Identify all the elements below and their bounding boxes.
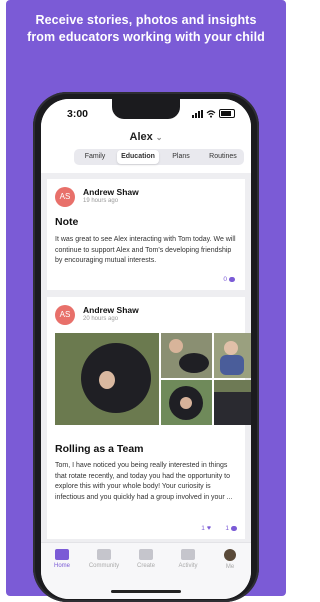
app-screen: 3:00 Alex ⌄ Family Education Plans Routin… xyxy=(41,99,251,599)
author-avatar: AS xyxy=(55,187,75,207)
tabbar-label: Activity xyxy=(178,563,198,569)
comment-count-value: 1 xyxy=(225,525,229,532)
photo-gallery[interactable] xyxy=(55,333,251,425)
tab-education[interactable]: Education xyxy=(117,150,159,164)
chevron-down-icon: ⌄ xyxy=(155,133,163,142)
comment-count[interactable]: 0 xyxy=(223,276,235,283)
tabbar-label: Home xyxy=(53,563,70,569)
tab-plans[interactable]: Plans xyxy=(160,149,202,165)
notch xyxy=(112,99,180,119)
author-name: Andrew Shaw xyxy=(83,187,139,197)
app-header: Alex ⌄ Family Education Plans Routines xyxy=(41,125,251,173)
like-count[interactable]: 1 ♥ xyxy=(201,525,211,532)
photo-main[interactable] xyxy=(55,333,159,425)
tab-routines[interactable]: Routines xyxy=(202,149,244,165)
heart-icon: ♥ xyxy=(206,525,211,532)
tabbar-item-me[interactable]: Me xyxy=(209,543,251,599)
photo-tube xyxy=(179,353,209,373)
status-icons xyxy=(192,109,235,118)
photo-thumb[interactable] xyxy=(161,333,212,378)
promo-headline: Receive stories, photos and insights fro… xyxy=(27,13,265,44)
list-icon xyxy=(181,549,195,560)
status-time: 3:00 xyxy=(67,108,89,120)
author-avatar: AS xyxy=(55,305,75,325)
signal-icon xyxy=(192,109,203,118)
segmented-tabs: Family Education Plans Routines xyxy=(74,149,244,165)
post-card[interactable]: AS Andrew Shaw 20 hours ago Rolling as a… xyxy=(47,297,251,539)
chat-icon xyxy=(97,549,111,560)
tabbar-label: Community xyxy=(88,563,120,569)
post-card[interactable]: AS Andrew Shaw 19 hours ago Note It was … xyxy=(47,179,245,290)
photo-grass xyxy=(214,380,251,392)
photo-child-face xyxy=(99,371,115,389)
post-title: Rolling as a Team xyxy=(55,443,144,455)
post-body: Tom, I have noticed you being really int… xyxy=(55,462,233,501)
photo-child-body xyxy=(220,355,244,375)
child-name: Alex xyxy=(129,131,153,143)
tabbar-label: Create xyxy=(136,563,155,569)
book-icon xyxy=(55,549,69,560)
tabbar-label: Me xyxy=(225,564,235,570)
post-timestamp: 19 hours ago xyxy=(83,198,119,204)
post-timestamp: 20 hours ago xyxy=(83,316,119,322)
child-selector[interactable]: Alex ⌄ xyxy=(41,131,251,143)
comment-count[interactable]: 1 xyxy=(225,525,237,532)
comment-count-value: 0 xyxy=(223,276,227,283)
author-name: Andrew Shaw xyxy=(83,305,139,315)
photo-child-face xyxy=(169,339,183,353)
comment-icon xyxy=(231,526,237,531)
post-title: Note xyxy=(55,216,79,228)
avatar-icon xyxy=(224,549,236,561)
photo-thumb[interactable] xyxy=(214,380,251,425)
comment-icon xyxy=(229,277,235,282)
photo-thumb[interactable] xyxy=(214,333,251,378)
tabbar-item-home[interactable]: Home xyxy=(41,543,83,599)
photo-thumb[interactable] xyxy=(161,380,212,425)
home-indicator xyxy=(111,590,181,593)
photo-tube xyxy=(81,343,151,413)
tab-family[interactable]: Family xyxy=(74,149,116,165)
photo-child-face xyxy=(224,341,238,355)
wifi-icon xyxy=(206,109,216,118)
like-count-value: 1 xyxy=(201,525,205,532)
plus-icon xyxy=(139,549,153,560)
post-body: It was great to see Alex interacting wit… xyxy=(55,236,236,264)
battery-icon xyxy=(219,109,235,118)
photo-child-face xyxy=(180,397,192,409)
